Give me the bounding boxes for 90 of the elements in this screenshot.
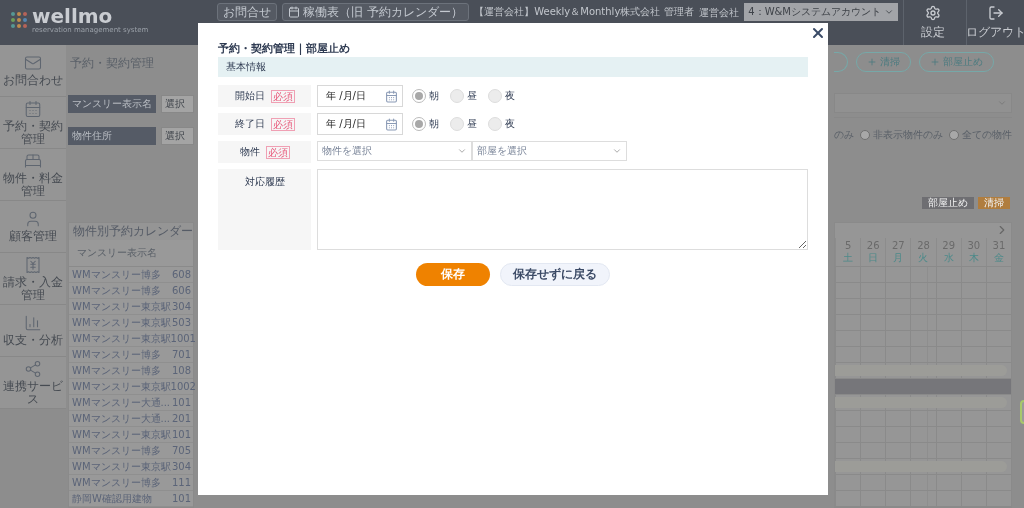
header-button[interactable]: 稼働表（旧 予約カレンダー）	[282, 3, 470, 21]
calendar-icon	[385, 89, 398, 103]
weekday-label: 火	[918, 252, 929, 264]
sidebar-item[interactable]: 請求・入金管理	[0, 253, 66, 305]
required-tag: 必須	[270, 89, 295, 103]
radio-label: 昼	[467, 89, 477, 103]
weekday-label: 日	[868, 252, 879, 264]
calendar-icon	[24, 99, 42, 118]
calendar-icon	[288, 6, 301, 18]
connected-nodes-icon	[24, 359, 42, 378]
calendar-title: 物件別予約カレンダー	[69, 223, 193, 240]
room-number: 705	[171, 445, 191, 456]
required-tag: 必須	[265, 145, 290, 159]
logo-wordmark: wellmo	[32, 6, 113, 26]
radio-button[interactable]	[412, 89, 426, 103]
logout-button[interactable]: ログアウト	[966, 0, 1024, 45]
filter-label: マンスリー表示名	[68, 95, 156, 113]
room-number: 101	[171, 397, 191, 408]
sidebar-item[interactable]: 顧客管理	[0, 201, 66, 253]
room-number: 1001	[170, 333, 196, 344]
legend-tag: 部屋止め	[922, 197, 974, 209]
room-number: 101	[171, 493, 191, 504]
date-field[interactable]: 年 /月/日	[317, 113, 403, 135]
radio-button[interactable]	[412, 117, 426, 131]
radio-label: 朝	[429, 89, 439, 103]
radio-label: 夜	[505, 89, 515, 103]
field-label: 開始日	[234, 89, 265, 103]
room-number: 304	[171, 301, 191, 312]
sidebar-item[interactable]: 予約・契約管理	[0, 97, 66, 149]
field-label: 対応履歴	[244, 175, 285, 189]
close-icon	[810, 25, 826, 41]
required-tag: 必須	[270, 117, 295, 131]
room-number: 201	[171, 413, 191, 424]
calendar-icon	[385, 117, 398, 131]
filter-field[interactable]: 選択	[161, 95, 194, 113]
caret-icon	[612, 146, 622, 156]
logout-icon	[987, 4, 1004, 21]
room-number: 111	[171, 477, 191, 488]
room-number: 701	[171, 349, 191, 360]
caret-icon	[884, 7, 894, 17]
radio-button[interactable]	[949, 130, 959, 140]
room-number: 304	[171, 461, 191, 472]
select-field[interactable]: 物件を選択	[317, 141, 472, 161]
room-number: 608	[171, 269, 191, 280]
logo-dots-icon	[10, 11, 28, 29]
select-field[interactable]: 部屋を選択	[472, 141, 627, 161]
bar-chart-icon	[24, 314, 42, 332]
filter-label: 物件住所	[68, 127, 156, 145]
room-number: 101	[171, 429, 191, 440]
room-number: 606	[171, 285, 191, 296]
company-select[interactable]: 4：W&Mシステムアカウント	[744, 3, 898, 21]
weekday-label: 木	[968, 252, 979, 264]
sidebar-item[interactable]: 物件・料金管理	[0, 149, 66, 201]
person-icon	[24, 210, 42, 228]
mail-icon	[24, 54, 42, 72]
back-button[interactable]: 保存せずに戻る	[500, 263, 610, 286]
close-button[interactable]	[810, 25, 826, 41]
field-label: 終了日	[234, 117, 265, 131]
company-label: 運営会社	[699, 6, 740, 20]
radio-label: 夜	[505, 117, 515, 131]
weekday-label: 水	[943, 252, 954, 264]
room-number: 1002	[170, 381, 196, 392]
sidebar-item[interactable]: お問合わせ	[0, 45, 66, 97]
text-area[interactable]	[317, 169, 808, 250]
caret-icon	[457, 146, 467, 156]
sidebar-item[interactable]: 連携サービス	[0, 357, 66, 409]
sidebar-item[interactable]: 収支・分析	[0, 305, 66, 357]
filter-field[interactable]: 選択	[161, 127, 194, 145]
weekday-label: 金	[993, 252, 1004, 264]
settings-icon	[924, 4, 941, 21]
section-header: 基本情報	[218, 57, 808, 77]
date-field[interactable]: 年 /月/日	[317, 85, 403, 107]
field-label: 物件	[239, 145, 260, 159]
plus-icon	[867, 57, 877, 67]
legend-tag: 清掃	[978, 197, 1010, 209]
room-number: 503	[171, 317, 191, 328]
plus-icon	[930, 57, 940, 67]
yen-document-icon	[24, 255, 42, 274]
room-number: 108	[171, 365, 191, 376]
modal-title: 予約・契約管理｜部屋止め	[218, 41, 351, 57]
radio-button[interactable]	[860, 130, 870, 140]
bed-icon	[24, 151, 42, 170]
weekday-label: 土	[843, 252, 854, 264]
user-role: 管理者	[664, 5, 695, 19]
company-name: 【運営会社】Weekly＆Monthly株式会社	[474, 5, 661, 19]
weekday-label: 月	[893, 252, 904, 264]
radio-label: 朝	[429, 117, 439, 131]
save-button[interactable]: 保存	[416, 263, 490, 286]
header-button[interactable]: お問合せ	[217, 3, 278, 21]
radio-label: 昼	[467, 117, 477, 131]
